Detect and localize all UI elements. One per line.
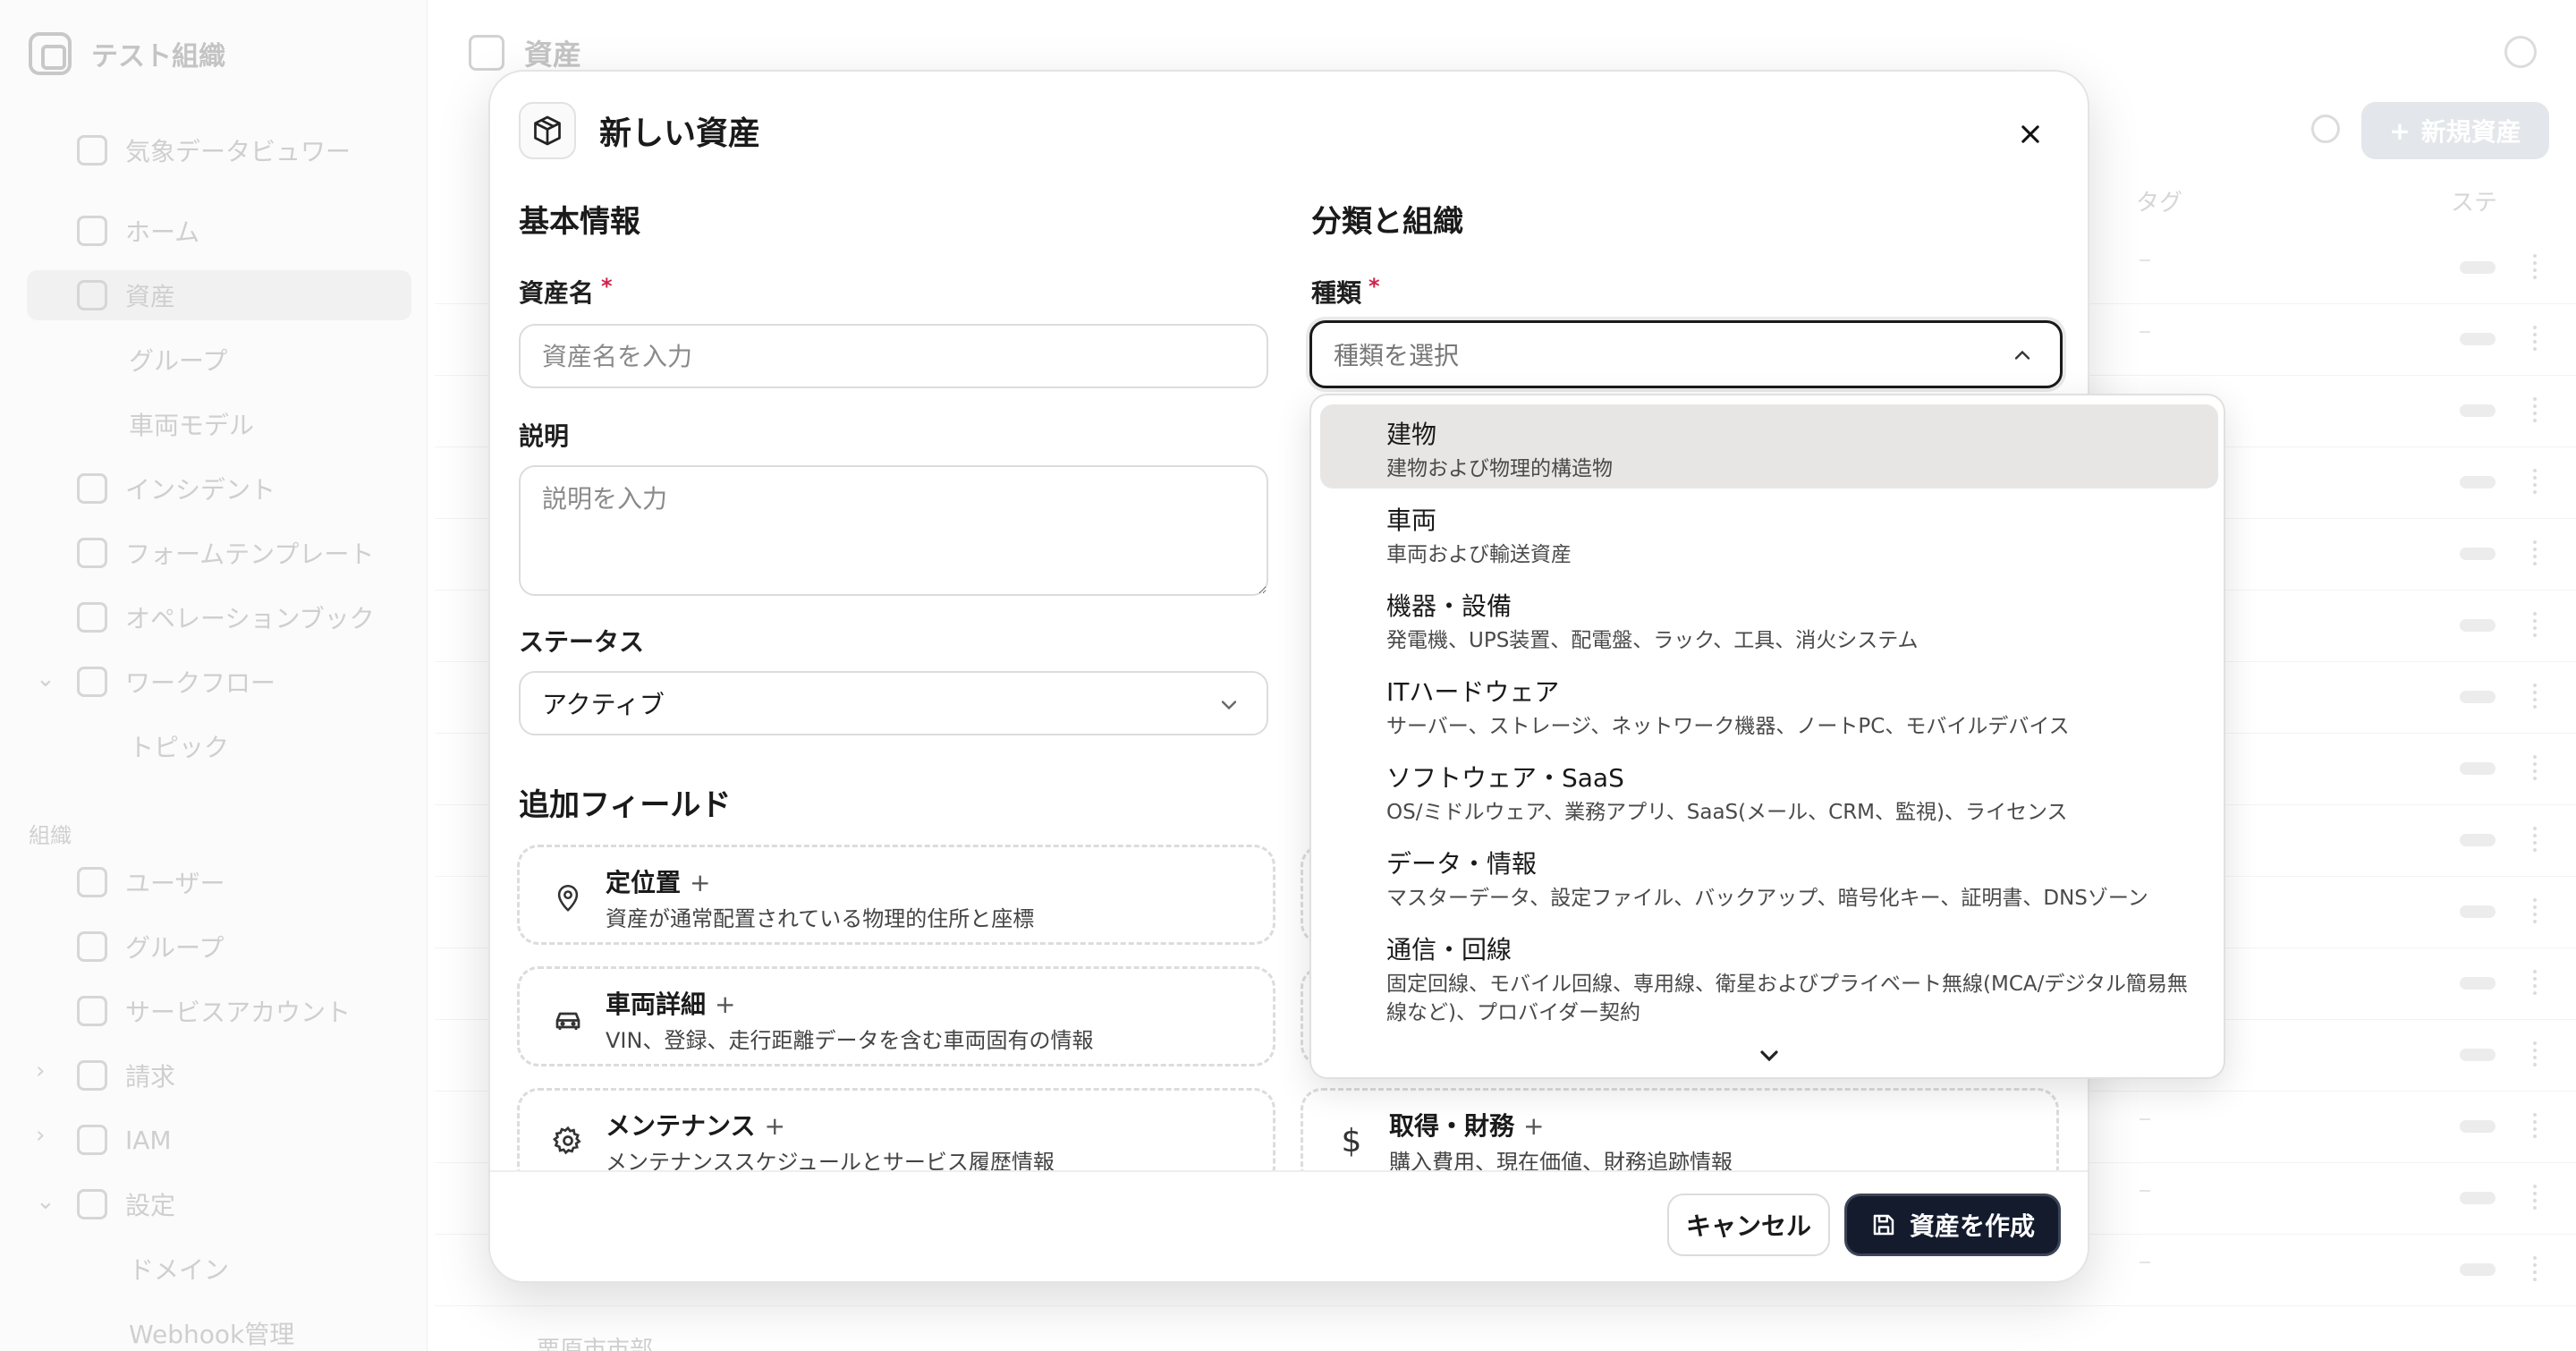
sidebar-item-form-templates[interactable]: フォームテンプレート (77, 528, 374, 578)
sidebar-item-operation-book[interactable]: オペレーションブック (77, 592, 375, 642)
box-icon (77, 280, 107, 310)
org-switcher[interactable]: テスト組織 (29, 32, 225, 75)
sidebar-item-user-groups[interactable]: グループ (77, 922, 224, 972)
workflow-icon (77, 667, 107, 697)
description-textarea[interactable] (519, 465, 1268, 596)
table-cell: 栗原市市部 (537, 1337, 654, 1351)
sidebar-item-home[interactable]: ホーム (77, 206, 199, 256)
status-select-value: アクティブ (542, 690, 665, 719)
sidebar-item-webhooks[interactable]: Webhook管理 (129, 1308, 294, 1351)
cancel-button[interactable]: キャンセル (1667, 1194, 1830, 1256)
map-icon (77, 135, 107, 166)
column-header-status[interactable]: ステ (2451, 184, 2497, 217)
add-field-vehicle-card[interactable]: 車両詳細 + VIN、登録、走行距離データを含む車両固有の情報 (517, 966, 1275, 1066)
sidebar-item-domains[interactable]: ドメイン (129, 1244, 229, 1294)
sidebar-item-incidents[interactable]: インシデント (77, 463, 275, 514)
dollar-icon: $ (1341, 1122, 1362, 1160)
page-title: 資産 (524, 38, 582, 72)
plus-icon: + (690, 868, 711, 897)
type-dropdown-list: 建物 建物および物理的構造物 車両 車両および輸送資産 機器・設備 発電機、UP… (1309, 394, 2225, 1079)
type-option-software-saas[interactable]: ソフトウェア・SaaS OS/ミドルウェア、業務アプリ、SaaS(メール、CRM… (1320, 748, 2218, 832)
sidebar-item-topics[interactable]: トピック (129, 721, 229, 771)
key-icon (77, 1125, 107, 1155)
sidebar-item-users[interactable]: ユーザー (77, 857, 225, 907)
org-name: テスト組織 (91, 41, 225, 72)
plus-icon: + (715, 990, 736, 1019)
plus-icon: + (764, 1111, 785, 1141)
type-option-building[interactable]: 建物 建物および物理的構造物 (1320, 404, 2218, 489)
plus-icon: + (2389, 115, 2411, 146)
group-icon (77, 931, 107, 962)
box-icon (469, 35, 504, 71)
type-option-data[interactable]: データ・情報 マスターデータ、設定ファイル、バックアップ、暗号化キー、証明書、D… (1320, 834, 2218, 918)
add-field-location-card[interactable]: 定位置 + 資産が通常配置されている物理的住所と座標 (517, 845, 1275, 945)
section-label-org: 組織 (29, 823, 72, 848)
name-label: 資産名 * (519, 274, 613, 308)
required-mark: * (1368, 274, 1380, 299)
column-header-tag[interactable]: タグ (2136, 184, 2182, 217)
book-icon (77, 602, 107, 633)
create-asset-button[interactable]: 資産を作成 (1844, 1194, 2061, 1256)
dialog-footer: キャンセル 資産を作成 (490, 1170, 2088, 1281)
sidebar: テスト組織 気象データビュワー ホーム ⌄ 資産 グループ 車両モデル インシデ… (0, 0, 428, 1351)
scroll-down-chevron-icon[interactable] (1755, 1045, 1784, 1066)
map-pin-icon (550, 879, 586, 915)
chevron-down-icon (1221, 701, 1237, 710)
sidebar-item-iam[interactable]: IAM (77, 1115, 172, 1165)
required-mark: * (601, 274, 613, 299)
type-option-vehicle[interactable]: 車両 車両および輸送資産 (1320, 490, 2218, 574)
home-icon (77, 216, 107, 246)
close-button[interactable] (2011, 115, 2050, 154)
box-icon (519, 102, 576, 159)
user-icon[interactable] (2504, 36, 2537, 68)
sidebar-item-groups[interactable]: グループ (129, 335, 227, 385)
close-icon (2021, 125, 2039, 143)
id-card-icon (77, 996, 107, 1026)
type-option-equipment[interactable]: 機器・設備 発電機、UPS装置、配電盤、ラック、工具、消火システム (1320, 576, 2218, 660)
status-label: ステータス (519, 627, 645, 657)
dialog-title: 新しい資産 (599, 115, 761, 152)
refresh-icon[interactable] (2311, 115, 2340, 143)
sidebar-item-weather-viewer[interactable]: 気象データビュワー (77, 125, 351, 175)
pen-icon (77, 538, 107, 568)
status-select[interactable]: アクティブ (519, 671, 1268, 735)
section-title-extra-fields: 追加フィールド (519, 787, 732, 823)
car-icon (550, 1001, 586, 1037)
section-title-classification: 分類と組織 (1311, 204, 1463, 240)
sidebar-item-vehicle-models[interactable]: 車両モデル (129, 399, 254, 449)
incident-icon (77, 473, 107, 504)
type-select[interactable]: 種類を選択 (1309, 320, 2063, 388)
sidebar-item-service-accounts[interactable]: サービスアカウント (77, 986, 351, 1036)
section-title-basic: 基本情報 (519, 204, 640, 240)
gear-icon (77, 1189, 107, 1219)
save-icon (1873, 1214, 1894, 1236)
sidebar-item-workflow[interactable]: ワークフロー (77, 657, 275, 707)
description-label: 説明 (519, 421, 570, 451)
chevron-down-icon[interactable]: ⌄ (36, 1188, 55, 1215)
type-option-it-hardware[interactable]: ITハードウェア サーバー、ストレージ、ネットワーク機器、ノートPC、モバイルデ… (1320, 662, 2218, 746)
type-label: 種類 * (1311, 274, 1380, 308)
asset-name-input[interactable] (519, 324, 1268, 388)
sidebar-item-billing[interactable]: 請求 (77, 1050, 175, 1100)
chevron-up-icon (2014, 350, 2030, 360)
new-asset-button[interactable]: + 新規資産 (2361, 102, 2549, 159)
chevron-right-icon[interactable]: › (36, 1058, 45, 1084)
sidebar-item-settings[interactable]: 設定 (77, 1179, 175, 1229)
page-header: 資産 (469, 32, 581, 73)
sidebar-item-assets[interactable]: 資産 (27, 270, 411, 320)
chevron-right-icon[interactable]: › (36, 1122, 45, 1149)
type-select-placeholder: 種類を選択 (1334, 341, 1460, 370)
card-icon (77, 1060, 107, 1091)
plus-icon: + (1523, 1111, 1545, 1141)
type-option-communications[interactable]: 通信・回線 固定回線、モバイル回線、専用線、衛星およびプライベート無線(MCA/… (1320, 920, 2218, 1036)
org-logo-icon (29, 32, 72, 75)
users-icon (77, 867, 107, 897)
gear-icon (550, 1123, 586, 1159)
dialog-header: 新しい資産 (519, 100, 760, 161)
chevron-down-icon[interactable]: ⌄ (36, 666, 55, 692)
